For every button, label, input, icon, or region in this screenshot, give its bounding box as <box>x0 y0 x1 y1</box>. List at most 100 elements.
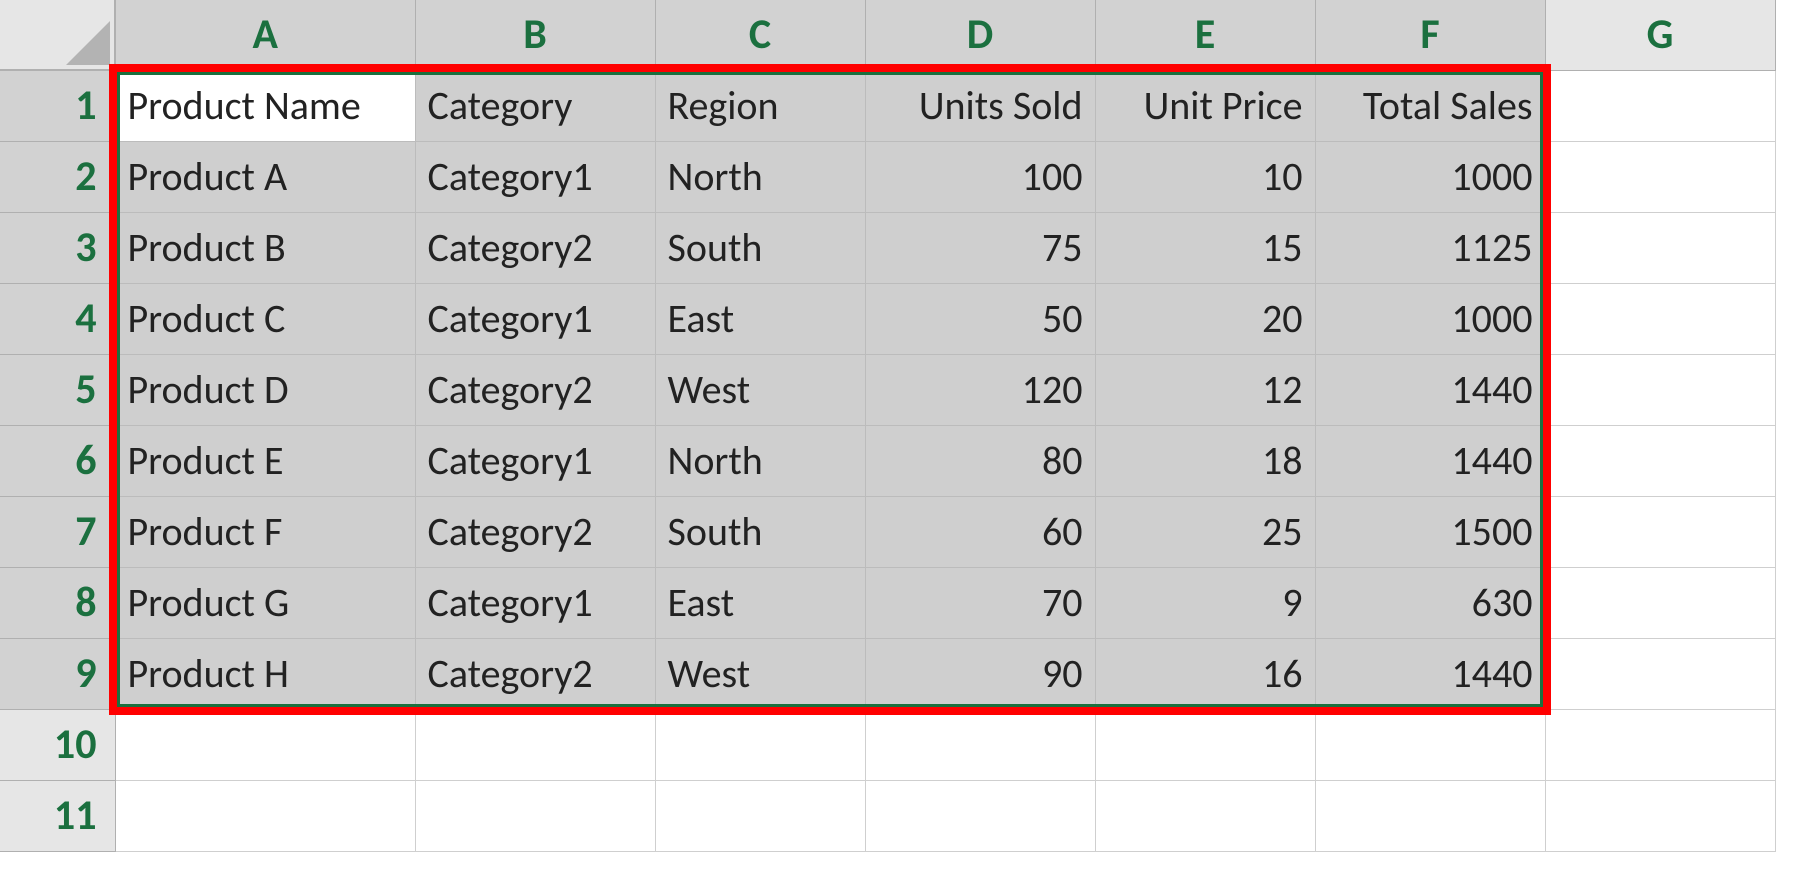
cell-A5[interactable]: Product D <box>115 354 415 425</box>
cell-C10[interactable] <box>655 709 865 780</box>
cell-G9[interactable] <box>1545 638 1775 709</box>
cell-F3[interactable]: 1125 <box>1315 212 1545 283</box>
cell-E6[interactable]: 18 <box>1095 425 1315 496</box>
cell-A2[interactable]: Product A <box>115 141 415 212</box>
cell-F2[interactable]: 1000 <box>1315 141 1545 212</box>
spreadsheet-grid[interactable]: A B C D E F G 1Product NameCategoryRegio… <box>0 0 1776 852</box>
col-header-d[interactable]: D <box>865 0 1095 70</box>
cell-F9[interactable]: 1440 <box>1315 638 1545 709</box>
cell-E4[interactable]: 20 <box>1095 283 1315 354</box>
row-header-1[interactable]: 1 <box>0 70 115 141</box>
cell-B3[interactable]: Category2 <box>415 212 655 283</box>
cell-C4[interactable]: East <box>655 283 865 354</box>
cell-G4[interactable] <box>1545 283 1775 354</box>
cell-D10[interactable] <box>865 709 1095 780</box>
cell-C8[interactable]: East <box>655 567 865 638</box>
cell-C1[interactable]: Region <box>655 70 865 141</box>
grid-row: 4Product CCategory1East50201000 <box>0 283 1775 354</box>
col-header-a[interactable]: A <box>115 0 415 70</box>
select-all-corner[interactable] <box>0 0 115 70</box>
col-header-f[interactable]: F <box>1315 0 1545 70</box>
cell-D5[interactable]: 120 <box>865 354 1095 425</box>
col-header-e[interactable]: E <box>1095 0 1315 70</box>
cell-E3[interactable]: 15 <box>1095 212 1315 283</box>
cell-E9[interactable]: 16 <box>1095 638 1315 709</box>
cell-F4[interactable]: 1000 <box>1315 283 1545 354</box>
cell-F1[interactable]: Total Sales <box>1315 70 1545 141</box>
cell-G6[interactable] <box>1545 425 1775 496</box>
cell-B2[interactable]: Category1 <box>415 141 655 212</box>
row-header-3[interactable]: 3 <box>0 212 115 283</box>
cell-D11[interactable] <box>865 780 1095 851</box>
cell-D9[interactable]: 90 <box>865 638 1095 709</box>
cell-C2[interactable]: North <box>655 141 865 212</box>
cell-C5[interactable]: West <box>655 354 865 425</box>
cell-F11[interactable] <box>1315 780 1545 851</box>
row-header-10[interactable]: 10 <box>0 709 115 780</box>
col-header-g[interactable]: G <box>1545 0 1775 70</box>
cell-G1[interactable] <box>1545 70 1775 141</box>
row-header-11[interactable]: 11 <box>0 780 115 851</box>
cell-A10[interactable] <box>115 709 415 780</box>
cell-A6[interactable]: Product E <box>115 425 415 496</box>
cell-G2[interactable] <box>1545 141 1775 212</box>
cell-E10[interactable] <box>1095 709 1315 780</box>
cell-B10[interactable] <box>415 709 655 780</box>
cell-D7[interactable]: 60 <box>865 496 1095 567</box>
row-header-5[interactable]: 5 <box>0 354 115 425</box>
cell-A4[interactable]: Product C <box>115 283 415 354</box>
row-header-9[interactable]: 9 <box>0 638 115 709</box>
cell-A9[interactable]: Product H <box>115 638 415 709</box>
col-header-c[interactable]: C <box>655 0 865 70</box>
cell-D8[interactable]: 70 <box>865 567 1095 638</box>
row-header-4[interactable]: 4 <box>0 283 115 354</box>
cell-A7[interactable]: Product F <box>115 496 415 567</box>
cell-G11[interactable] <box>1545 780 1775 851</box>
cell-B8[interactable]: Category1 <box>415 567 655 638</box>
cell-B4[interactable]: Category1 <box>415 283 655 354</box>
cell-C11[interactable] <box>655 780 865 851</box>
row-header-6[interactable]: 6 <box>0 425 115 496</box>
grid-row: 6Product ECategory1North80181440 <box>0 425 1775 496</box>
cell-B1[interactable]: Category <box>415 70 655 141</box>
cell-A1[interactable]: Product Name <box>115 70 415 141</box>
cell-E2[interactable]: 10 <box>1095 141 1315 212</box>
cell-F7[interactable]: 1500 <box>1315 496 1545 567</box>
cell-F6[interactable]: 1440 <box>1315 425 1545 496</box>
cell-G8[interactable] <box>1545 567 1775 638</box>
cell-D6[interactable]: 80 <box>865 425 1095 496</box>
cell-B6[interactable]: Category1 <box>415 425 655 496</box>
cell-E11[interactable] <box>1095 780 1315 851</box>
cell-F5[interactable]: 1440 <box>1315 354 1545 425</box>
grid-table[interactable]: A B C D E F G 1Product NameCategoryRegio… <box>0 0 1776 852</box>
cell-A3[interactable]: Product B <box>115 212 415 283</box>
row-header-8[interactable]: 8 <box>0 567 115 638</box>
cell-D4[interactable]: 50 <box>865 283 1095 354</box>
cell-F8[interactable]: 630 <box>1315 567 1545 638</box>
cell-D2[interactable]: 100 <box>865 141 1095 212</box>
cell-G3[interactable] <box>1545 212 1775 283</box>
cell-E5[interactable]: 12 <box>1095 354 1315 425</box>
cell-D1[interactable]: Units Sold <box>865 70 1095 141</box>
cell-E8[interactable]: 9 <box>1095 567 1315 638</box>
cell-D3[interactable]: 75 <box>865 212 1095 283</box>
cell-B11[interactable] <box>415 780 655 851</box>
cell-A11[interactable] <box>115 780 415 851</box>
cell-E1[interactable]: Unit Price <box>1095 70 1315 141</box>
row-header-7[interactable]: 7 <box>0 496 115 567</box>
cell-B9[interactable]: Category2 <box>415 638 655 709</box>
row-header-2[interactable]: 2 <box>0 141 115 212</box>
col-header-b[interactable]: B <box>415 0 655 70</box>
cell-G5[interactable] <box>1545 354 1775 425</box>
cell-B5[interactable]: Category2 <box>415 354 655 425</box>
cell-C7[interactable]: South <box>655 496 865 567</box>
cell-E7[interactable]: 25 <box>1095 496 1315 567</box>
cell-B7[interactable]: Category2 <box>415 496 655 567</box>
cell-F10[interactable] <box>1315 709 1545 780</box>
cell-C9[interactable]: West <box>655 638 865 709</box>
cell-G10[interactable] <box>1545 709 1775 780</box>
cell-C6[interactable]: North <box>655 425 865 496</box>
cell-C3[interactable]: South <box>655 212 865 283</box>
cell-A8[interactable]: Product G <box>115 567 415 638</box>
cell-G7[interactable] <box>1545 496 1775 567</box>
